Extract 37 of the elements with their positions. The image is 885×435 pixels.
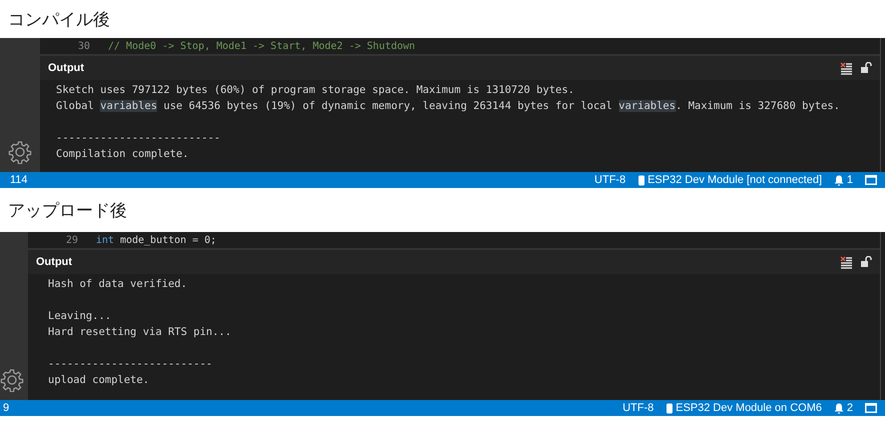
encoding-label[interactable]: UTF-8 bbox=[594, 174, 626, 186]
line-number: 29 bbox=[64, 234, 79, 246]
output-text: Hard resetting via RTS pin... bbox=[48, 326, 232, 338]
section-caption: コンパイル後 bbox=[7, 8, 111, 32]
output-text: Leaving... bbox=[48, 310, 112, 322]
board-icon bbox=[666, 402, 673, 414]
panel-toggle-icon[interactable] bbox=[865, 175, 877, 185]
lock-icon[interactable] bbox=[860, 256, 872, 268]
output-text: Compilation complete. bbox=[56, 148, 189, 160]
output-text: upload complete. bbox=[48, 374, 150, 386]
output-text: Global variables use 64536 bytes (19%) of dynamic memory, leaving 263144 bytes for local variables. Maximum is 327680 bytes. bbox=[56, 100, 840, 112]
output-text: -------------------------- bbox=[56, 132, 220, 144]
bell-icon[interactable] bbox=[834, 402, 844, 414]
board-label[interactable]: ESP32 Dev Module on COM6 bbox=[676, 402, 822, 414]
settings-icon[interactable] bbox=[0, 368, 24, 392]
lock-icon[interactable] bbox=[860, 62, 872, 74]
settings-icon[interactable] bbox=[8, 140, 32, 164]
section-caption: アップロード後 bbox=[7, 200, 128, 222]
output-text: Hash of data verified. bbox=[48, 278, 188, 290]
line-number: 30 bbox=[76, 40, 91, 52]
output-text: Sketch uses 797122 bytes (60%) of program storage space. Maximum is 1310720 bytes. bbox=[56, 84, 574, 96]
line-count: 9 bbox=[3, 402, 10, 414]
notification-count: 1 bbox=[846, 174, 853, 186]
code-line: int mode_button = 0; bbox=[96, 234, 216, 246]
code-comment: // Mode0 -> Stop, Mode1 -> Start, Mode2 -> Shutdown bbox=[108, 40, 416, 52]
bell-icon[interactable] bbox=[834, 174, 844, 186]
encoding-label[interactable]: UTF-8 bbox=[622, 402, 654, 414]
board-label[interactable]: ESP32 Dev Module [not connected] bbox=[648, 174, 822, 186]
board-icon bbox=[638, 174, 645, 186]
clear-output-icon[interactable] bbox=[840, 256, 852, 268]
clear-output-icon[interactable] bbox=[840, 62, 852, 74]
notification-count: 2 bbox=[846, 402, 853, 414]
output-title: Output bbox=[36, 256, 72, 268]
panel-toggle-icon[interactable] bbox=[865, 403, 877, 413]
line-count: 114 bbox=[10, 174, 28, 186]
output-title: Output bbox=[48, 62, 84, 74]
output-text: -------------------------- bbox=[48, 358, 212, 370]
